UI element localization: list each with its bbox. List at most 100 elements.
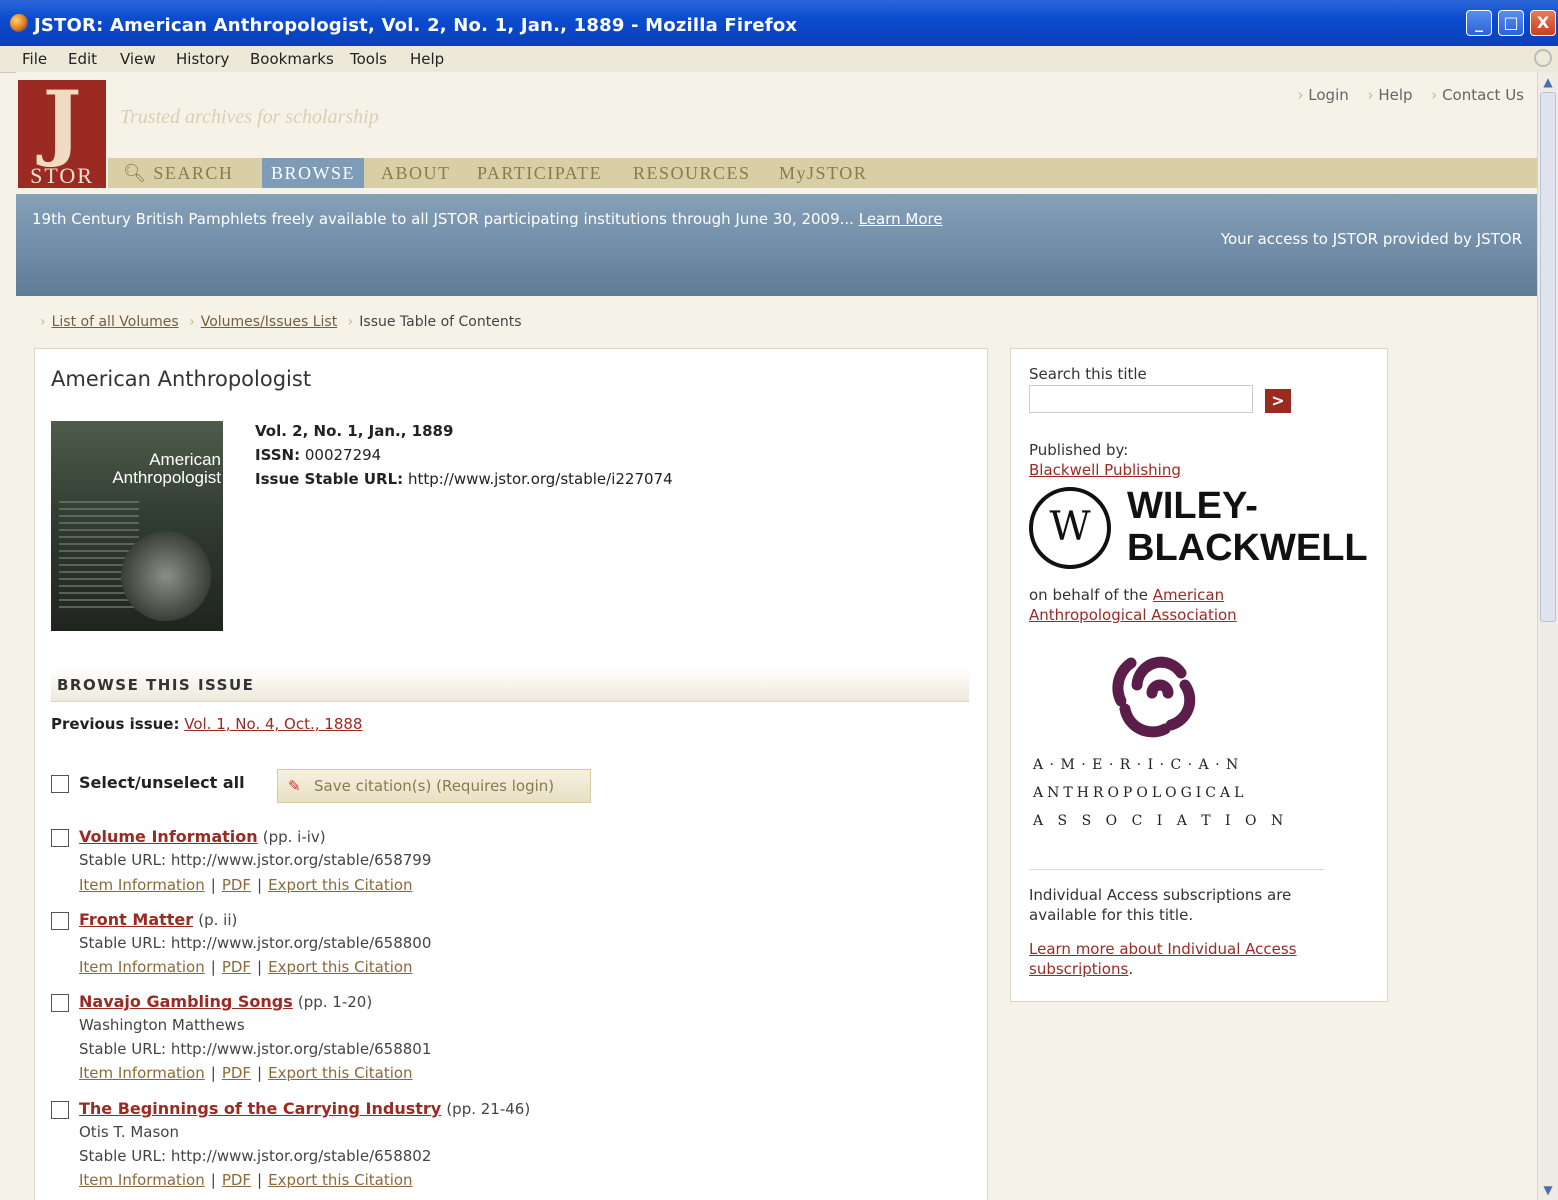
article-title-link[interactable]: Volume Information [79,827,258,846]
menu-bookmarks[interactable]: Bookmarks [250,50,334,68]
search-go-button[interactable]: > [1265,389,1291,413]
select-all-checkbox[interactable] [51,775,69,793]
menu-history[interactable]: History [176,50,229,68]
window-titlebar: JSTOR: American Anthropologist, Vol. 2, … [0,0,1558,46]
article-links: Item Information | PDF | Export this Citatio… [79,1171,413,1189]
export-citation-link[interactable]: Export this Citation [268,876,412,894]
help-link[interactable]: Help [1368,86,1413,104]
banner-text: 19th Century British Pamphlets freely av… [32,210,854,228]
aaa-spiral-logo [1112,656,1196,738]
issue-panel: American Anthropologist American Anthrop… [34,348,988,1200]
article-checkbox[interactable] [51,1101,69,1119]
search-icon: 🔍︎ [123,163,154,183]
item-information-link[interactable]: Item Information [79,958,205,976]
vertical-scrollbar[interactable]: ▲ ▼ [1537,72,1558,1200]
scroll-down-icon[interactable]: ▼ [1542,1184,1554,1196]
link-separator: | [257,876,263,894]
wiley-blackwell-logo[interactable]: W WILEY- BLACKWELL [1029,485,1368,575]
contact-link[interactable]: Contact Us [1431,86,1524,104]
export-citation-link[interactable]: Export this Citation [268,958,412,976]
article-title-link[interactable]: The Beginnings of the Carrying Industry [79,1099,441,1118]
logo-text: STOR [30,163,94,188]
browse-heading: BROWSE THIS ISSUE [57,676,255,694]
select-all-label[interactable]: Select/unselect all [79,773,245,792]
pdf-link[interactable]: PDF [222,1171,251,1189]
article-pages: (pp. 1-20) [297,993,373,1011]
menu-help[interactable]: Help [410,50,444,68]
menu-view[interactable]: View [120,50,156,68]
wiley-line2: BLACKWELL [1127,527,1368,569]
learn-more-subscriptions-link[interactable]: Learn more about Individual Access subsc… [1029,940,1297,978]
maximize-button[interactable]: □ [1498,10,1524,36]
item-information-link[interactable]: Item Information [79,1064,205,1082]
article-checkbox[interactable] [51,912,69,930]
previous-issue-link[interactable]: Vol. 1, No. 4, Oct., 1888 [184,715,362,733]
nav-participate[interactable]: PARTICIPATE [468,158,611,188]
article-stable-url: Stable URL: http://www.jstor.org/stable/… [79,1147,432,1165]
scroll-thumb[interactable] [1540,92,1556,622]
scroll-up-icon[interactable]: ▲ [1542,76,1554,88]
issn-value: 00027294 [304,446,382,464]
search-title-label: Search this title [1029,365,1147,383]
tagline: Trusted archives for scholarship [120,106,379,128]
article-pages: (pp. 21-46) [446,1100,531,1118]
breadcrumb-sep-icon: › [189,314,195,330]
publisher-link[interactable]: Blackwell Publishing [1029,461,1181,479]
learn-more-link[interactable]: Learn More [859,210,943,228]
article-title-link[interactable]: Navajo Gambling Songs [79,992,293,1011]
jstor-logo[interactable]: J STOR [18,80,106,188]
nav-browse[interactable]: BROWSE [262,158,365,188]
save-citations-label: Save citation(s) (Requires login) [314,777,555,795]
nav-myjstor[interactable]: MyJSTOR [770,158,876,188]
item-information-link[interactable]: Item Information [79,1171,205,1189]
minimize-button[interactable]: _ [1466,10,1492,36]
article-stable-url: Stable URL: http://www.jstor.org/stable/… [79,851,432,869]
article-stable-url: Stable URL: http://www.jstor.org/stable/… [79,934,432,952]
article-title-line: Volume Information (pp. i-iv) [79,827,326,846]
browse-heading-bar: BROWSE THIS ISSUE [51,667,969,702]
breadcrumb-current: Issue Table of Contents [359,314,522,330]
nav-search-label: SEARCH [153,163,234,183]
announcement-banner: 19th Century British Pamphlets freely av… [16,194,1538,296]
item-information-link[interactable]: Item Information [79,876,205,894]
nav-resources[interactable]: RESOURCES [624,158,760,188]
learn-more-subscriptions: Learn more about Individual Access subsc… [1029,939,1349,979]
access-note: Your access to JSTOR provided by JSTOR [1220,230,1522,248]
link-separator: | [257,1064,263,1082]
export-citation-link[interactable]: Export this Citation [268,1171,412,1189]
export-citation-link[interactable]: Export this Citation [268,1064,412,1082]
logo-letter: J [42,74,82,170]
window-title: JSTOR: American Anthropologist, Vol. 2, … [34,15,798,36]
breadcrumb-all-volumes[interactable]: List of all Volumes [52,314,179,330]
issue-label: Vol. 2, No. 1, Jan., 1889 [255,422,454,440]
pdf-link[interactable]: PDF [222,876,251,894]
save-citations-button[interactable]: ✎ Save citation(s) (Requires login) [277,769,591,803]
article-author: Otis T. Mason [79,1123,179,1141]
issue-info: Vol. 2, No. 1, Jan., 1889 ISSN: 00027294… [255,419,673,491]
search-title-input[interactable] [1029,385,1253,413]
menu-tools[interactable]: Tools [350,50,387,68]
article-stable-url: Stable URL: http://www.jstor.org/stable/… [79,1040,432,1058]
login-link[interactable]: Login [1298,86,1349,104]
publisher-line: Blackwell Publishing [1029,461,1181,479]
article-author: Washington Matthews [79,1016,245,1034]
on-behalf-line: on behalf of the American Anthropologica… [1029,585,1329,625]
pdf-link[interactable]: PDF [222,958,251,976]
close-button[interactable]: X [1530,10,1556,36]
previous-issue: Previous issue: Vol. 1, No. 4, Oct., 188… [51,715,362,733]
breadcrumb-volumes-issues[interactable]: Volumes/Issues List [201,314,338,330]
link-separator: | [210,1064,216,1082]
article-title-line: Front Matter (p. ii) [79,910,237,929]
menu-edit[interactable]: Edit [68,50,97,68]
journal-cover-image: American Anthropologist [51,421,223,631]
wiley-wordmark: WILEY- BLACKWELL [1127,485,1368,569]
article-links: Item Information | PDF | Export this Citatio… [79,876,413,894]
nav-search[interactable]: 🔍︎ SEARCH [114,158,242,188]
article-title-link[interactable]: Front Matter [79,910,193,929]
article-checkbox[interactable] [51,994,69,1012]
menu-file[interactable]: File [22,50,47,68]
pdf-link[interactable]: PDF [222,1064,251,1082]
article-checkbox[interactable] [51,829,69,847]
sidebar-divider [1029,869,1325,870]
nav-about[interactable]: ABOUT [372,158,460,188]
